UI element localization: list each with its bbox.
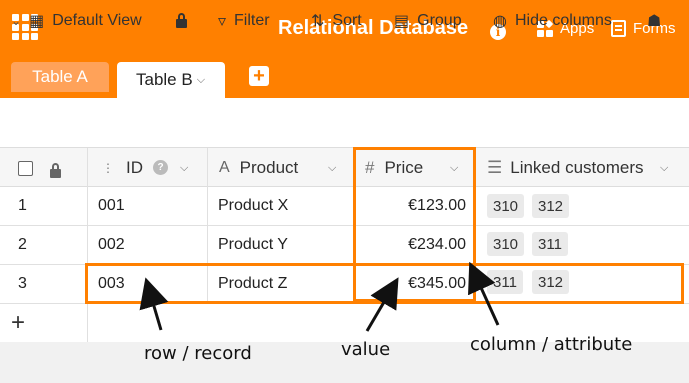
table-view-icon: ▦ (29, 13, 45, 30)
tab-label: Table A (32, 67, 88, 86)
column-label: ID (126, 157, 143, 177)
row-index: 2 (18, 236, 27, 253)
link-chip[interactable]: 310 (487, 232, 525, 256)
cell-product[interactable]: Product X (218, 187, 288, 225)
view-selector[interactable]: ⌄ ▦ Default View (11, 11, 142, 31)
lock-icon (176, 13, 187, 28)
sort-button[interactable]: ⇅ Sort (311, 11, 362, 31)
cell-product[interactable]: Product Y (218, 226, 288, 264)
filter-button[interactable]: ▿ Filter (218, 11, 270, 31)
filter-icon: ▿ (218, 13, 227, 30)
grid-line (87, 148, 88, 342)
eye-off-icon: ◍ (493, 13, 507, 30)
row-highlight (85, 263, 684, 304)
column-attribute-label: column / attribute (470, 334, 633, 355)
group-icon: ▤ (394, 13, 410, 30)
group-label: Group (417, 12, 462, 29)
forms-icon (611, 20, 626, 37)
tab-table-b[interactable]: Table B ⌵ (117, 62, 225, 98)
lock-icon (50, 163, 61, 178)
link-chip[interactable]: 312 (532, 194, 570, 218)
sort-icon: ⇅ (311, 13, 325, 30)
filter-label: Filter (234, 12, 270, 29)
chevron-down-icon[interactable]: ⌵ (328, 162, 336, 175)
add-row-button[interactable]: + (11, 309, 25, 337)
link-chip[interactable]: 311 (532, 232, 568, 256)
tab-label: Table B (136, 70, 193, 89)
row-record-label: row / record (144, 343, 252, 364)
cell-id[interactable]: 002 (98, 226, 125, 264)
column-header-linked-customers[interactable]: ☰ Linked customers (487, 148, 643, 187)
chevron-down-icon[interactable]: ⌵ (197, 74, 205, 87)
column-header-product[interactable]: A Product (219, 148, 298, 187)
forms-button[interactable]: Forms (611, 20, 676, 37)
cell-id[interactable]: 001 (98, 187, 125, 225)
chevron-down-icon[interactable]: ⌵ (180, 162, 188, 175)
help-icon[interactable]: ? (153, 160, 168, 175)
add-table-button[interactable]: + (249, 66, 269, 86)
paint-bucket-icon: ☗ (647, 13, 662, 30)
row-index: 3 (18, 275, 27, 292)
tab-table-a[interactable]: Table A (11, 62, 109, 92)
value-label: value (341, 339, 391, 360)
view-label: Default View (52, 12, 142, 29)
sort-label: Sort (332, 12, 362, 29)
column-header-id[interactable]: ⋮ ID ? (102, 148, 168, 187)
select-all-checkbox[interactable] (18, 161, 33, 176)
row-index: 1 (18, 197, 27, 214)
chevron-down-icon: ⌄ (11, 14, 22, 28)
column-label: Product (239, 157, 299, 177)
link-icon: ☰ (487, 157, 503, 177)
text-icon: A (219, 158, 230, 176)
column-lock-icon[interactable] (50, 163, 61, 183)
view-lock-icon[interactable] (176, 13, 187, 28)
row-color-button[interactable]: ☗ (647, 11, 661, 31)
autonumber-icon: ⋮ (102, 160, 114, 175)
hide-columns-label: Hide columns (514, 12, 612, 29)
group-button[interactable]: ▤ Group (394, 11, 462, 31)
chevron-down-icon[interactable]: ⌵ (660, 162, 668, 175)
view-toolbar (0, 98, 689, 148)
column-label: Linked customers (510, 157, 644, 177)
hide-columns-button[interactable]: ◍ Hide columns (493, 11, 612, 31)
link-chip[interactable]: 310 (487, 194, 525, 218)
